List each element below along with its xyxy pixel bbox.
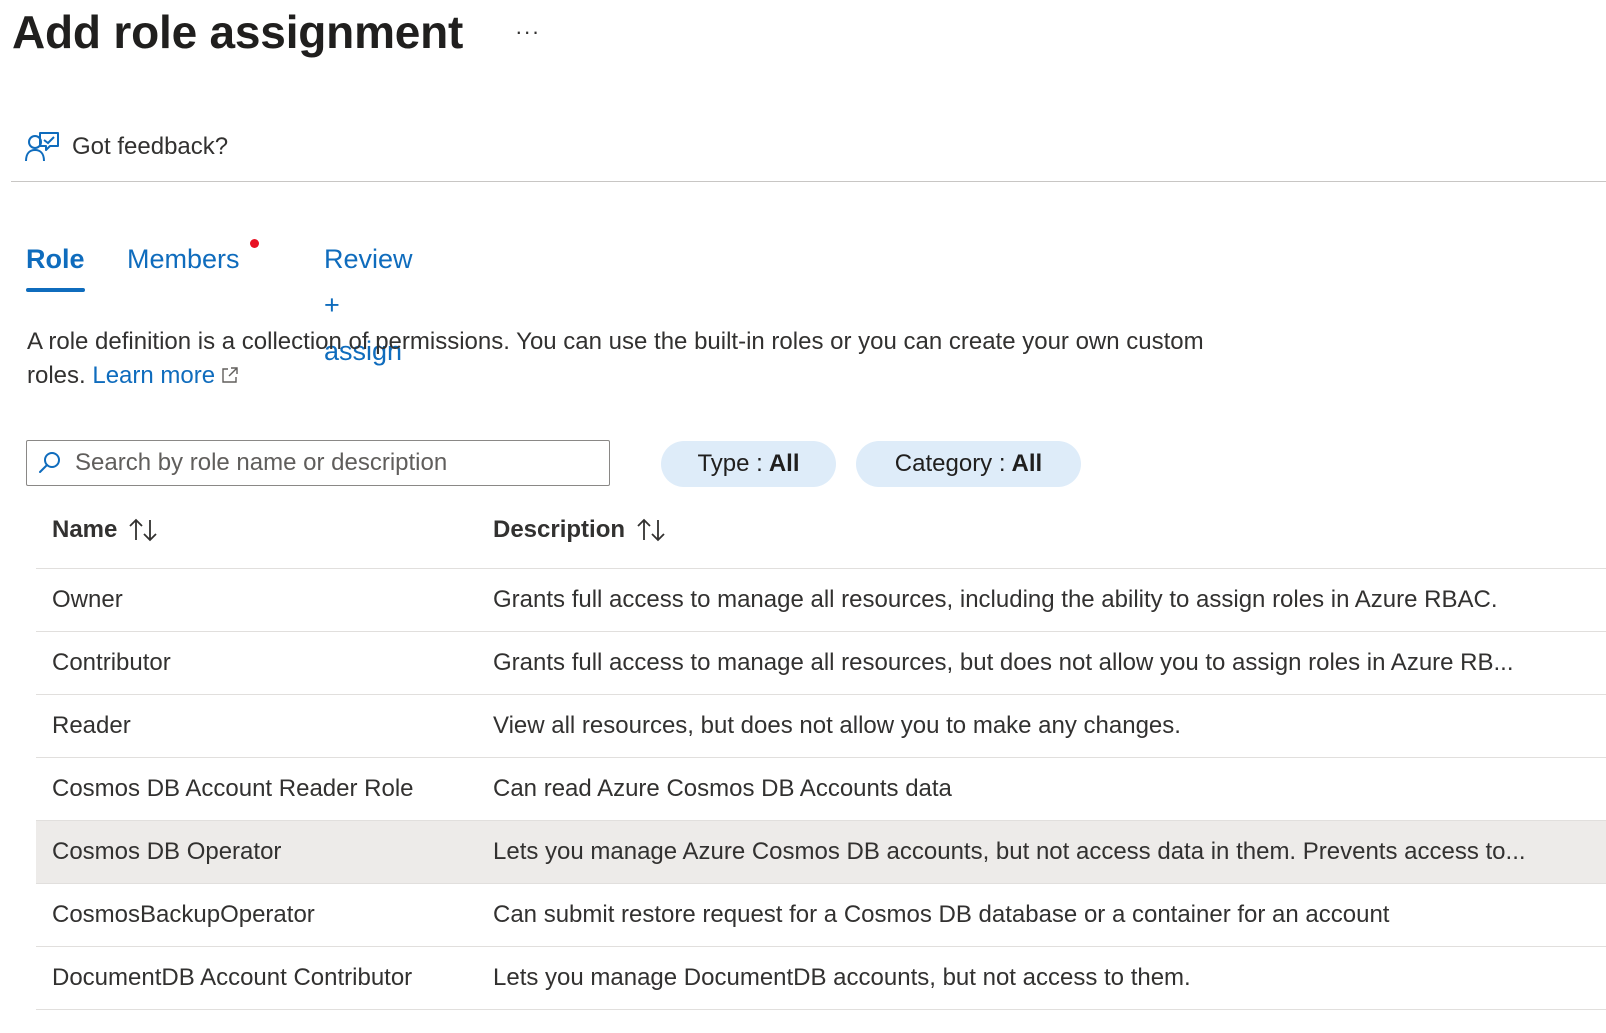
role-description-cell: Grants full access to manage all resourc… [493,649,1514,676]
role-description-cell: View all resources, but does not allow y… [493,712,1181,739]
role-name-cell: DocumentDB Account Contributor [52,964,413,991]
roles-table: Name Description Owner Grants full acces… [36,502,1606,1010]
category-filter-value: All [1011,450,1043,477]
role-description-cell: Lets you manage Azure Cosmos DB accounts… [493,838,1526,865]
role-description-cell: Can read Azure Cosmos DB Accounts data [493,775,952,802]
role-name-cell: Cosmos DB Operator [52,838,282,865]
role-name-cell: Reader [52,712,131,739]
tab-members[interactable]: Members [127,236,240,292]
table-row[interactable]: Contributor Grants full access to manage… [36,632,1606,695]
category-filter-pill[interactable]: Category : All [856,441,1081,487]
type-filter-value: All [768,450,800,477]
role-name-cell: Cosmos DB Account Reader Role [52,775,414,802]
learn-more-label: Learn more [92,362,216,389]
column-header-description[interactable]: Description [493,516,669,544]
role-name-cell: Owner [52,586,123,613]
table-row[interactable]: Owner Grants full access to manage all r… [36,569,1606,632]
role-name-cell: CosmosBackupOperator [52,901,315,928]
table-header: Name Description [36,502,1606,569]
type-filter-pill[interactable]: Type : All [661,441,836,487]
table-row[interactable]: Cosmos DB Account Reader Role Can read A… [36,758,1606,821]
search-input[interactable] [73,448,597,478]
feedback-label: Got feedback? [72,133,229,160]
column-header-name-label: Name [52,516,118,543]
table-row[interactable]: Reader View all resources, but does not … [36,695,1606,758]
tab-review-assign[interactable]: Review + assign [324,236,413,366]
more-options-button[interactable]: ··· [509,17,546,47]
role-description-cell: Lets you manage DocumentDB accounts, but… [493,964,1191,991]
search-icon [39,452,60,473]
role-description-cell: Can submit restore request for a Cosmos … [493,901,1390,928]
column-header-description-label: Description [493,516,626,543]
tab-role[interactable]: Role [26,236,85,292]
members-required-indicator [250,239,259,248]
category-filter-label: Category : [894,450,1006,477]
learn-more-link[interactable]: Learn more [92,362,239,389]
page-title: Add role assignment [12,6,464,58]
sort-arrows-icon [129,518,158,542]
feedback-icon [25,132,59,162]
role-name-cell: Contributor [52,649,171,676]
role-definition-description: A role definition is a collection of per… [27,325,1227,393]
table-row[interactable]: CosmosBackupOperator Can submit restore … [36,884,1606,947]
external-link-icon [222,367,238,383]
role-description-cell: Grants full access to manage all resourc… [493,586,1498,613]
add-role-assignment-page: Add role assignment ··· Got feedback? Ro… [0,0,1606,1033]
title-row: Add role assignment ··· [12,0,546,64]
sort-arrows-icon [637,518,665,542]
column-header-name[interactable]: Name [52,516,161,544]
header-divider [11,181,1606,182]
feedback-button[interactable]: Got feedback? [24,127,228,167]
type-filter-label: Type : [697,450,763,477]
table-row-selected[interactable]: Cosmos DB Operator Lets you manage Azure… [36,821,1606,884]
table-row[interactable]: DocumentDB Account Contributor Lets you … [36,947,1606,1010]
role-search-box[interactable] [26,440,610,486]
